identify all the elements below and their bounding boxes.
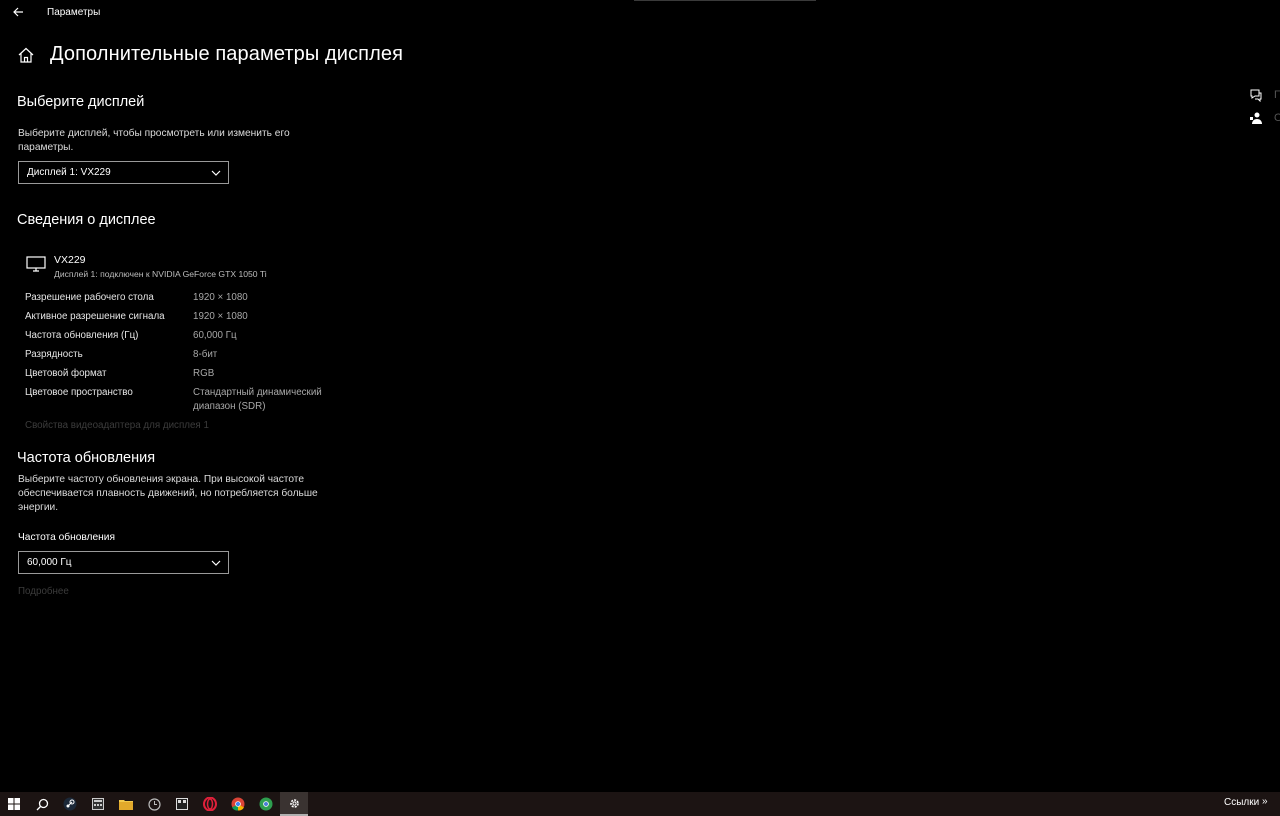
chevron-down-icon [211, 560, 221, 566]
info-label-active-resolution: Активное разрешение сигнала [25, 311, 165, 322]
display-select-dropdown[interactable]: Дисплей 1: VX229 [18, 161, 229, 184]
info-label-color-space: Цветовое пространство [25, 387, 133, 398]
opera-icon[interactable] [196, 792, 224, 816]
info-value-color-space: Стандартный динамический диапазон (SDR) [193, 387, 322, 412]
arrow-left-icon [13, 7, 23, 17]
file-explorer-icon[interactable] [112, 792, 140, 816]
side-link-get-help[interactable]: П [1274, 89, 1280, 101]
select-display-heading: Выберите дисплей [17, 94, 145, 110]
info-label-refresh-rate: Частота обновления (Гц) [25, 330, 139, 341]
refresh-rate-heading: Частота обновления [17, 450, 156, 466]
help-chat-icon[interactable] [1249, 88, 1263, 103]
display-info-heading: Сведения о дисплее [17, 212, 156, 228]
info-value-active-resolution: 1920 × 1080 [193, 311, 248, 322]
page-title: Дополнительные параметры дисплея [50, 43, 403, 65]
monitor-name: VX229 [54, 254, 86, 266]
refresh-rate-field-label: Частота обновления [18, 532, 116, 543]
refresh-rate-value: 60,000 Гц [27, 557, 72, 568]
settings-icon[interactable] [280, 792, 308, 816]
side-link-feedback[interactable]: О [1274, 112, 1280, 124]
steam-icon[interactable] [56, 792, 84, 816]
chevron-down-icon [211, 170, 221, 176]
app-title: Параметры [47, 7, 101, 18]
info-value-color-format: RGB [193, 368, 215, 379]
back-button[interactable] [8, 3, 28, 21]
learn-more-link[interactable]: Подробнее [18, 586, 69, 597]
chrome-green-icon[interactable] [252, 792, 280, 816]
info-label-bit-depth: Разрядность [25, 349, 83, 360]
refresh-rate-dropdown[interactable]: 60,000 Гц [18, 551, 229, 574]
display-select-value: Дисплей 1: VX229 [27, 167, 111, 178]
windows-start-icon[interactable] [0, 792, 28, 816]
search-icon[interactable] [28, 792, 56, 816]
monitor-connection: Дисплей 1: подключен к NVIDIA GeForce GT… [54, 269, 267, 279]
info-value-refresh-rate: 60,000 Гц [193, 330, 237, 341]
clock-app-icon[interactable] [140, 792, 168, 816]
info-value-bit-depth: 8-бит [193, 349, 218, 360]
select-display-description: Выберите дисплей, чтобы просмотреть или … [18, 128, 290, 153]
window-drag-indicator [634, 0, 816, 1]
links-toolbar-label[interactable]: Ссылки [1224, 797, 1259, 808]
home-icon[interactable] [17, 46, 35, 64]
calculator-icon[interactable] [84, 792, 112, 816]
title-bar: Параметры [0, 0, 1280, 26]
info-label-desktop-resolution: Разрешение рабочего стола [25, 292, 154, 303]
adapter-properties-link[interactable]: Свойства видеоадаптера для дисплея 1 [25, 420, 209, 431]
taskbar: Ссылки » [0, 792, 1280, 816]
refresh-rate-description: Выберите частоту обновления экрана. При … [18, 474, 318, 513]
chrome-icon[interactable] [224, 792, 252, 816]
monitor-icon [26, 256, 46, 272]
feedback-icon[interactable] [1249, 111, 1263, 125]
info-value-desktop-resolution: 1920 × 1080 [193, 292, 248, 303]
info-label-color-format: Цветовой формат [25, 368, 107, 379]
media-app-icon[interactable] [168, 792, 196, 816]
links-toolbar-chevron[interactable]: » [1262, 796, 1268, 807]
